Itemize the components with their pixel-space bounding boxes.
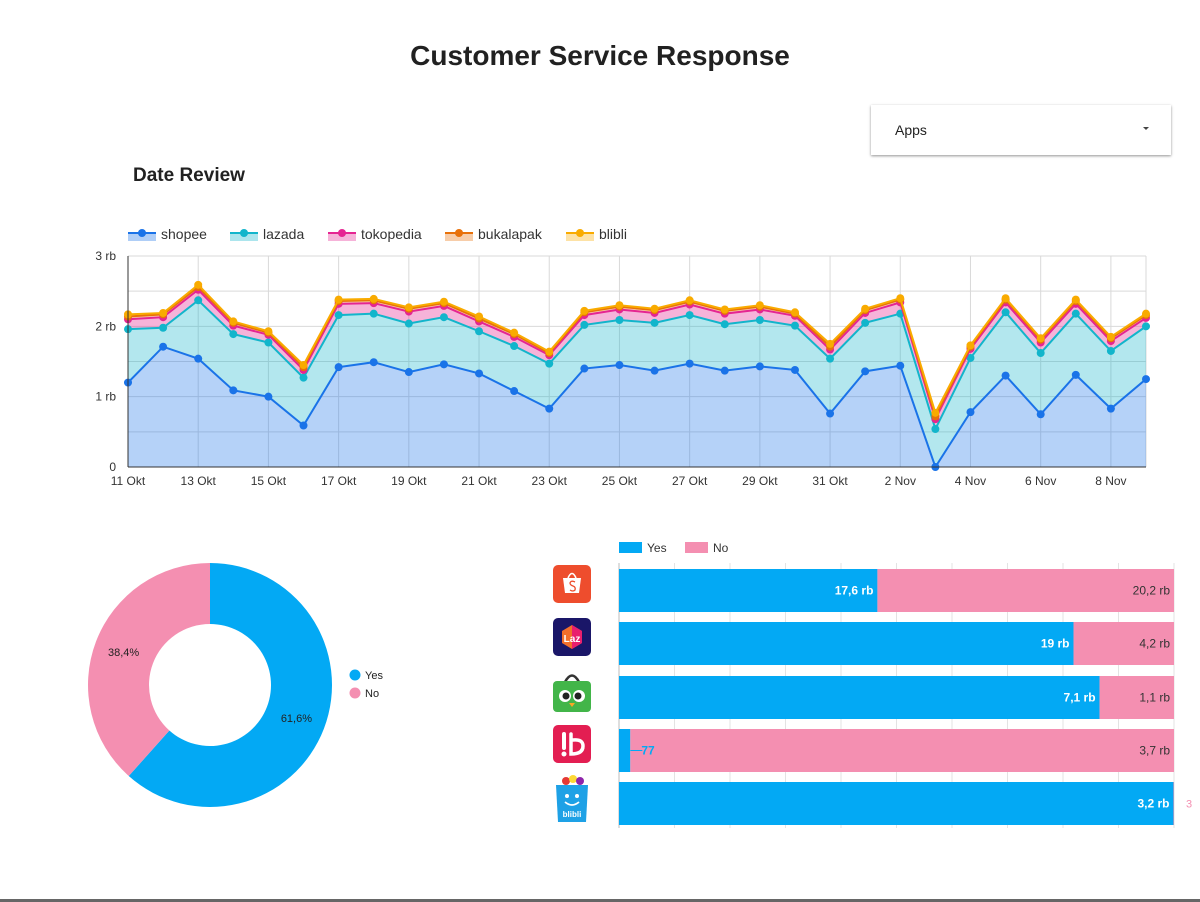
shopee-logo — [553, 565, 591, 603]
blibli-wordmark: blibli — [563, 810, 582, 819]
legend-label: No — [713, 541, 729, 555]
bar-legend-yes[interactable]: Yes — [619, 541, 667, 555]
bar-label-yes: 3,2 rb — [1137, 797, 1169, 811]
blibli-ball-red — [562, 777, 570, 785]
response-bar-chart: Yes No 17,6 rb 20,2 rb 19 rb 4,2 rb 7,1 rb 1,1 … — [553, 541, 1192, 828]
bar-label-no: 1,1 rb — [1139, 691, 1170, 705]
bar-label-no: 3 — [1186, 799, 1192, 811]
blibli-logo: blibli — [556, 775, 588, 822]
bukalapak-logo — [553, 725, 591, 763]
bar-label-yes: 7,1 rb — [1064, 691, 1096, 705]
legend-swatch — [685, 542, 708, 553]
bar-segment-yes[interactable] — [619, 676, 1100, 719]
tokopedia-pupil-left — [562, 692, 570, 700]
bar-segment-yes[interactable] — [619, 782, 1174, 825]
bar-segment-yes[interactable] — [619, 622, 1074, 665]
bar-segment-yes[interactable] — [619, 729, 631, 772]
bar-segment-no[interactable] — [877, 569, 1174, 612]
bar-label-no: 3,7 rb — [1139, 744, 1170, 758]
lazada-wordmark: Laz — [564, 634, 581, 645]
bukalapak-exclaim-dot — [561, 751, 567, 757]
bar-label-yes: 77 — [641, 744, 655, 758]
legend-swatch — [619, 542, 642, 553]
legend-label: Yes — [647, 541, 667, 555]
tokopedia-logo — [553, 674, 591, 712]
bar-label-yes: 19 rb — [1041, 637, 1070, 651]
blibli-ball-purple — [576, 777, 584, 785]
lazada-logo: Laz — [553, 618, 591, 656]
blibli-eye-right — [575, 794, 579, 798]
bar-segment-no[interactable] — [630, 729, 1174, 772]
bar-label-no: 20,2 rb — [1133, 584, 1171, 598]
bar-segment-no[interactable] — [1173, 782, 1174, 825]
bar-label-no: 4,2 rb — [1139, 637, 1170, 651]
blibli-ball-yellow — [569, 775, 577, 783]
bar-legend-no[interactable]: No — [685, 541, 729, 555]
tokopedia-bag-icon — [553, 681, 591, 712]
bar-label-yes: 17,6 rb — [835, 584, 874, 598]
blibli-eye-left — [565, 794, 569, 798]
tokopedia-pupil-right — [574, 692, 582, 700]
